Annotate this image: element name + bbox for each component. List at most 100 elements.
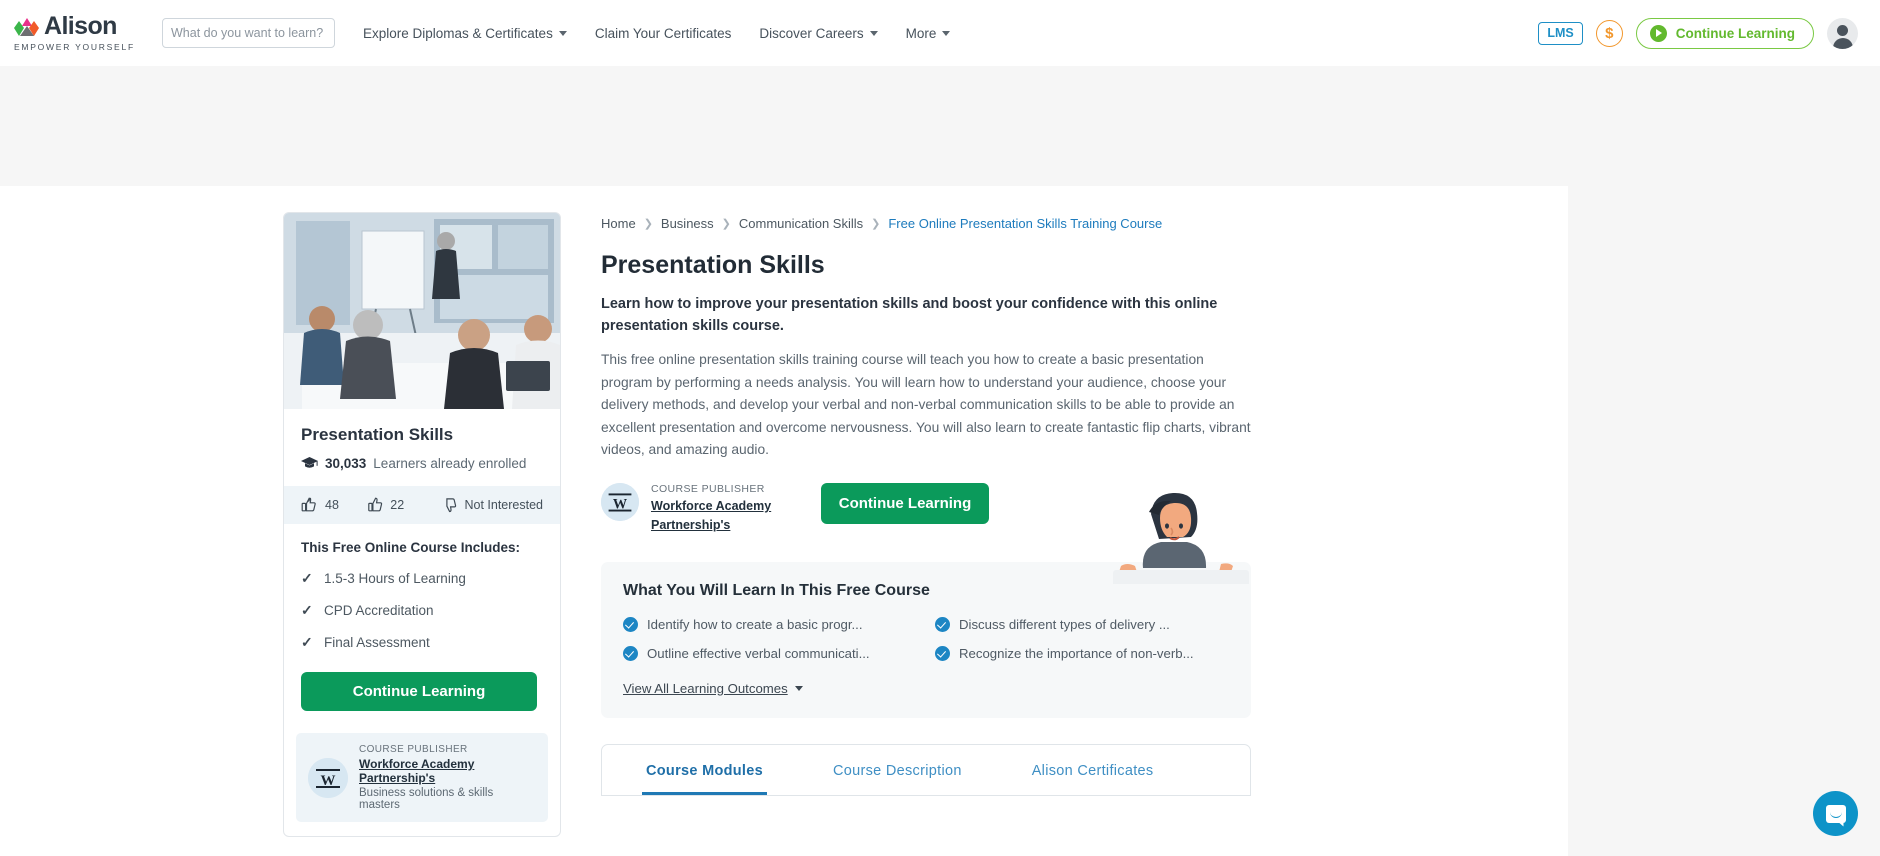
include-item: ✓ CPD Accreditation (301, 602, 543, 619)
thumbs-down-icon (446, 498, 457, 513)
publisher-kicker: COURSE PUBLISHER (359, 744, 468, 755)
content-pane: Presentation Skills 30,033 Learners alre… (0, 186, 1568, 856)
page-top-spacer (0, 66, 1880, 186)
tab-alison-certificates[interactable]: Alison Certificates (1016, 745, 1170, 795)
continue-learning-label: Continue Learning (1675, 25, 1795, 41)
view-all-label: View All Learning Outcomes (623, 680, 788, 696)
breadcrumb-item-home[interactable]: Home (601, 216, 636, 231)
thumbs-up-icon (368, 497, 383, 512)
course-main-column: Home ❯ Business ❯ Communication Skills ❯… (601, 212, 1251, 837)
learning-outcomes-grid: Identify how to create a basic progr... … (623, 616, 1229, 661)
course-description: This free online presentation skills tra… (601, 352, 1251, 457)
sidebar-publisher-card[interactable]: W COURSE PUBLISHER Workforce Academy Par… (296, 733, 548, 822)
course-summary-card: Presentation Skills 30,033 Learners alre… (283, 212, 561, 837)
chat-bubble-icon (1825, 804, 1846, 823)
not-interested-button[interactable]: Not Interested (442, 497, 543, 513)
like-button[interactable]: 48 (301, 497, 368, 513)
breadcrumb-item-current[interactable]: Free Online Presentation Skills Training… (888, 216, 1162, 231)
like-alt-button[interactable]: 22 (368, 497, 442, 513)
search-input[interactable] (163, 19, 334, 47)
nav-label: Explore Diplomas & Certificates (363, 25, 553, 41)
main-continue-learning-button[interactable]: Continue Learning (821, 483, 989, 525)
sidebar-continue-learning-button[interactable]: Continue Learning (301, 672, 537, 711)
like-count: 48 (325, 498, 339, 512)
chevron-down-icon (869, 30, 878, 36)
nav-item-more[interactable]: More (906, 26, 951, 41)
learning-outcomes-panel: What You Will Learn In This Free Course … (601, 492, 1251, 718)
thumbs-up-double-icon (301, 497, 316, 512)
publisher-logo: W (308, 757, 348, 798)
view-all-outcomes-toggle[interactable]: View All Learning Outcomes (623, 681, 803, 696)
avatar[interactable] (1827, 17, 1858, 49)
tab-course-modules[interactable]: Course Modules (630, 745, 779, 795)
breadcrumb-item-communication-skills[interactable]: Communication Skills (739, 216, 863, 231)
nav-item-explore-diplomas[interactable]: Explore Diplomas & Certificates (363, 26, 567, 41)
breadcrumb-separator-icon: ❯ (871, 218, 881, 230)
search-bar[interactable] (162, 18, 335, 48)
play-icon (1649, 24, 1667, 42)
header-actions: LMS $ Continue Learning (1538, 17, 1858, 49)
alison-logo-mark (14, 17, 40, 37)
check-circle-icon (935, 645, 950, 661)
nav-item-claim-certificates[interactable]: Claim Your Certificates (595, 26, 732, 41)
breadcrumb-separator-icon: ❯ (721, 218, 731, 230)
chat-widget-button[interactable] (1813, 791, 1858, 836)
check-icon: ✓ (301, 634, 313, 650)
enrolled-count: 30,033 (325, 456, 367, 471)
like-alt-count: 22 (390, 498, 405, 512)
course-thumbnail (284, 213, 560, 409)
chevron-down-icon (942, 30, 951, 36)
course-tabs: Course Modules Course Description Alison… (601, 743, 1251, 796)
points-coin-icon[interactable]: $ (1595, 19, 1623, 47)
outcome-item: Discuss different types of delivery ... (935, 616, 1229, 632)
publisher-name-link[interactable]: Workforce Academy Partnership's (651, 497, 787, 533)
breadcrumb: Home ❯ Business ❯ Communication Skills ❯… (601, 216, 1251, 231)
alison-logo[interactable]: Alison EMPOWER YOURSELF (14, 14, 136, 52)
chevron-down-icon (558, 30, 567, 36)
enrolled-row: 30,033 Learners already enrolled (301, 456, 543, 471)
enrolled-label: Learners already enrolled (373, 456, 527, 471)
publisher-description: Business solutions & skills masters (359, 787, 494, 811)
lms-badge[interactable]: LMS (1538, 21, 1583, 45)
breadcrumb-item-business[interactable]: Business (661, 216, 714, 231)
include-label: CPD Accreditation (324, 603, 434, 618)
check-icon: ✓ (301, 570, 313, 586)
mascot-illustration (1113, 492, 1249, 584)
not-interested-label: Not Interested (464, 498, 543, 512)
include-item: ✓ 1.5-3 Hours of Learning (301, 570, 543, 587)
check-circle-icon (623, 616, 638, 632)
nav-label: Claim Your Certificates (594, 25, 732, 41)
tab-course-description[interactable]: Course Description (817, 745, 978, 795)
outcome-item: Identify how to create a basic progr... (623, 616, 917, 632)
nav-item-discover-careers[interactable]: Discover Careers (759, 25, 878, 41)
publisher-logo: W (601, 483, 639, 522)
graduation-cap-icon (301, 457, 318, 468)
site-header: Alison EMPOWER YOURSELF Explore Diplomas… (0, 0, 1880, 66)
nav-label: More (905, 25, 937, 41)
check-circle-icon (623, 645, 638, 661)
page-title: Presentation Skills (601, 251, 825, 279)
publisher-name-link[interactable]: Workforce Academy Partnership's (359, 757, 536, 785)
nav-label: Discover Careers (759, 25, 864, 41)
outcome-label: Identify how to create a basic progr... (647, 616, 863, 632)
include-item: ✓ Final Assessment (301, 634, 543, 651)
breadcrumb-separator-icon: ❯ (643, 218, 653, 230)
reaction-bar: 48 22 Not Interested (284, 486, 560, 524)
publisher-kicker: COURSE PUBLISHER (651, 483, 765, 496)
outcome-label: Outline effective verbal communicati... (647, 645, 870, 661)
check-icon: ✓ (301, 602, 313, 618)
header-continue-learning-button[interactable]: Continue Learning (1635, 17, 1814, 49)
alison-tagline: EMPOWER YOURSELF (14, 42, 135, 52)
course-lede: Learn how to improve your presentation s… (601, 296, 1218, 335)
include-label: 1.5-3 Hours of Learning (324, 571, 466, 586)
include-label: Final Assessment (324, 635, 430, 650)
includes-title: This Free Online Course Includes: (301, 540, 521, 555)
check-circle-icon (935, 616, 950, 632)
outcome-label: Discuss different types of delivery ... (959, 616, 1170, 632)
alison-logo-text: Alison (44, 12, 117, 40)
outcome-item: Outline effective verbal communicati... (623, 645, 917, 661)
sidebar-course-title: Presentation Skills (301, 425, 454, 444)
chevron-down-icon (794, 685, 803, 691)
learning-outcomes-title: What You Will Learn In This Free Course (623, 581, 930, 599)
outcome-item: Recognize the importance of non-verb... (935, 645, 1229, 661)
